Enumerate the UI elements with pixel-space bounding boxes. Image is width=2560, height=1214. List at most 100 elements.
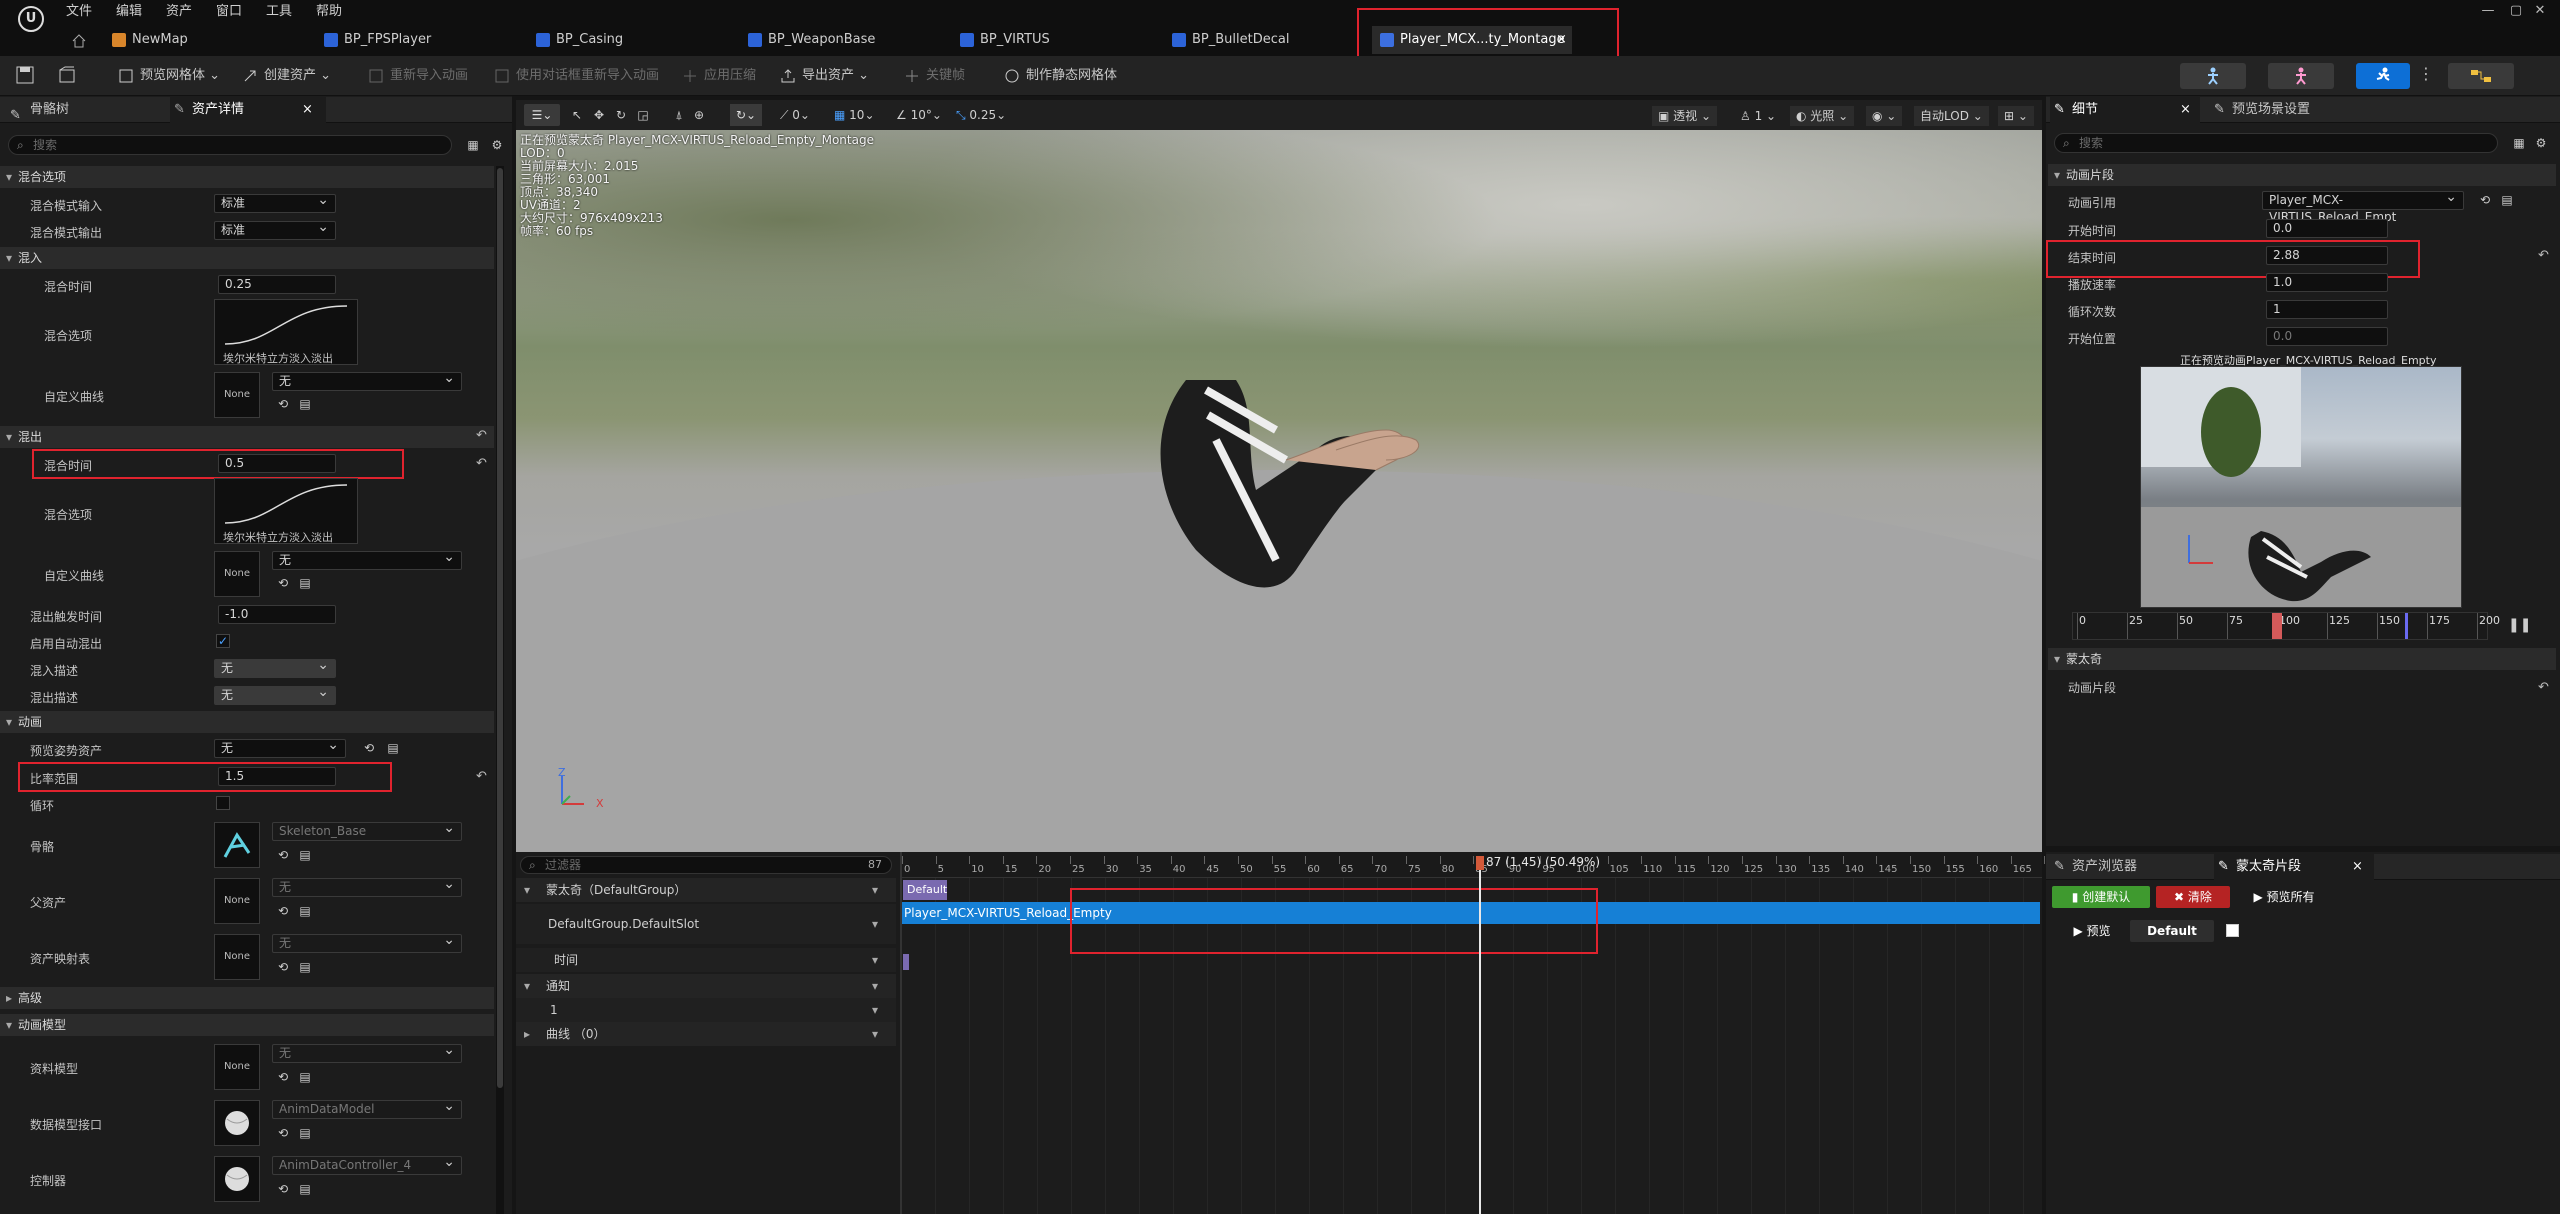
browse-asset-icon[interactable]: ▤ — [298, 397, 312, 411]
use-selected-icon[interactable]: ⟲ — [276, 397, 290, 411]
animation-mode-button[interactable] — [2356, 63, 2410, 89]
playhead-line[interactable] — [1479, 870, 1481, 1214]
section-anim-model[interactable]: 动画模型 — [0, 1014, 494, 1036]
home-icon[interactable] — [72, 34, 86, 48]
reset-to-default-icon[interactable]: ↶ — [476, 456, 487, 471]
grid-size-control[interactable]: ▦ 10⌄ — [834, 108, 875, 122]
notify-track-row[interactable]: 1 ▾ — [516, 998, 896, 1022]
preview-all-button[interactable]: ▶ 预览所有 — [2244, 886, 2324, 908]
play-rate-field[interactable]: 1.0 — [2266, 273, 2388, 292]
blend-mode-out-select[interactable]: 标准 — [214, 219, 336, 240]
menu-asset[interactable]: 资产 — [166, 2, 192, 22]
rotation-snap-control[interactable]: ∠ 10°⌄ — [896, 108, 942, 122]
section-blend-in[interactable]: 混入 — [0, 247, 494, 269]
scrub-end-marker[interactable] — [2405, 613, 2408, 639]
dropdown-arrow-icon[interactable]: ▾ — [872, 904, 878, 944]
scrollbar-thumb[interactable] — [497, 168, 503, 1088]
tab-bp-weaponbase[interactable]: BP_WeaponBase — [740, 26, 960, 54]
blend-out-trigger-field[interactable]: -1.0 — [218, 605, 336, 624]
browse-asset-icon[interactable]: ▤ — [298, 960, 312, 974]
dropdown-arrow-icon[interactable]: ▾ — [872, 948, 878, 972]
grid-view-icon[interactable]: ▦ — [466, 138, 480, 152]
time-ruler[interactable]: 0510152025303540455055606570758085909510… — [902, 852, 2059, 878]
skeleton-select[interactable]: Skeleton_Base — [272, 820, 462, 841]
close-tab-icon[interactable]: × — [1556, 26, 1567, 54]
playhead-handle[interactable] — [1476, 856, 1484, 870]
preview-scrub-bar[interactable]: 0 25 50 75 100 125 150 175 200 — [2072, 612, 2500, 640]
menu-help[interactable]: 帮助 — [316, 2, 342, 22]
blend-in-custom-curve-select[interactable]: 无 — [272, 370, 462, 391]
menu-window[interactable]: 窗口 — [216, 2, 242, 22]
blend-out-desc-select[interactable]: 无 — [214, 684, 336, 705]
tab-preview-scene-settings[interactable]: ✎ 预览场景设置 — [2210, 97, 2390, 123]
curves-group-row[interactable]: ▸ 曲线 （0） ▾ — [516, 1022, 896, 1046]
rotate-icon[interactable]: ↻ — [614, 108, 628, 122]
data-model-interface-select[interactable]: AnimDataModel — [272, 1098, 462, 1119]
asset-mapping-select[interactable]: 无 — [272, 932, 462, 953]
loop-section-checkbox[interactable] — [2226, 924, 2239, 937]
notify-group-row[interactable]: ▾ 通知 ▾ — [516, 974, 896, 998]
blend-mode-in-select[interactable]: 标准 — [214, 192, 336, 213]
mesh-mode-button[interactable] — [2268, 63, 2334, 89]
use-selected-icon[interactable]: ⟲ — [276, 904, 290, 918]
section-anim-segment[interactable]: 动画片段 — [2048, 164, 2556, 186]
unreal-logo-icon[interactable]: U — [18, 6, 44, 32]
dropdown-arrow-icon[interactable]: ▾ — [872, 878, 878, 902]
browse-asset-icon[interactable]: ▤ — [298, 1070, 312, 1084]
close-window-button[interactable]: ✕ — [2520, 0, 2560, 22]
blend-out-custom-curve-thumbnail[interactable]: None — [214, 551, 260, 597]
close-tab-icon[interactable]: × — [302, 97, 313, 123]
lighting-mode-button[interactable]: ◐ 光照 ⌄ — [1790, 106, 1855, 126]
apply-compression-button[interactable]: 应用压缩 — [682, 64, 756, 88]
data-model-thumbnail[interactable]: None — [214, 1044, 260, 1090]
enable-auto-blend-checkbox[interactable]: ✓ — [216, 634, 230, 648]
tab-bp-virtus[interactable]: BP_VIRTUS — [952, 26, 1152, 54]
use-selected-icon[interactable]: ⟲ — [276, 1070, 290, 1084]
browse-asset-icon[interactable]: ▤ — [298, 904, 312, 918]
skeleton-mode-button[interactable] — [2180, 63, 2246, 89]
parent-asset-select[interactable]: 无 — [272, 876, 462, 897]
use-selected-icon[interactable]: ⟲ — [276, 576, 290, 590]
rotation-toggle-button[interactable]: ↻⌄ — [730, 104, 762, 126]
keyframe-button[interactable]: 关键帧 — [904, 64, 965, 88]
tab-montage-sections[interactable]: ✎ 蒙太奇片段 × — [2214, 854, 2374, 880]
section-blend-out[interactable]: 混出 — [0, 426, 494, 448]
perspective-button[interactable]: ▣ 透视 ⌄ — [1652, 106, 1718, 126]
blend-in-desc-select[interactable]: 无 — [214, 657, 336, 678]
loop-checkbox[interactable] — [216, 796, 230, 810]
asset-mapping-thumbnail[interactable]: None — [214, 934, 260, 980]
browse-asset-icon[interactable]: ▤ — [298, 1182, 312, 1196]
reset-to-default-icon[interactable]: ↶ — [476, 428, 487, 443]
surface-snap-icon[interactable]: ⍋ — [672, 108, 686, 122]
blend-in-custom-curve-thumbnail[interactable]: None — [214, 372, 260, 418]
snap-translate-control[interactable]: ⟋ 0⌄ — [780, 108, 810, 123]
browse-asset-icon[interactable]: ▤ — [386, 741, 400, 755]
blend-out-custom-curve-select[interactable]: 无 — [272, 549, 462, 570]
clear-button[interactable]: ✖ 清除 — [2156, 886, 2230, 908]
section-montage[interactable]: 蒙太奇 — [2048, 648, 2556, 670]
tab-asset-browser[interactable]: ✎ 资产浏览器 — [2050, 854, 2210, 880]
menu-edit[interactable]: 编辑 — [116, 2, 142, 22]
controller-thumbnail[interactable] — [214, 1156, 260, 1202]
more-options-icon[interactable]: ⋮ — [2418, 64, 2434, 83]
details-search-input[interactable]: ⌕ 搜索 — [2054, 133, 2498, 153]
tab-bp-bulletdecal[interactable]: BP_BulletDecal — [1164, 26, 1364, 54]
viewport-layout-button[interactable]: ⊞ ⌄ — [1998, 106, 2034, 126]
use-selected-icon[interactable]: ⟲ — [276, 1182, 290, 1196]
settings-icon[interactable]: ⚙ — [2534, 136, 2548, 150]
dropdown-arrow-icon[interactable]: ▾ — [872, 974, 878, 998]
use-selected-icon[interactable]: ⟲ — [276, 848, 290, 862]
create-default-button[interactable]: ▮ 创建默认 — [2052, 886, 2150, 908]
camera-speed-button[interactable]: ♙ 1 ⌄ — [1734, 106, 1782, 126]
montage-clip-segment[interactable]: Player_MCX-VIRTUS_Reload_Empty — [902, 902, 2040, 924]
translate-icon[interactable]: ✥ — [592, 108, 606, 122]
reset-to-default-icon[interactable]: ↶ — [2538, 680, 2549, 695]
reimport-button[interactable]: 重新导入动画 — [368, 64, 468, 88]
tab-skeleton-tree[interactable]: ✎ 骨骼树 — [8, 97, 158, 123]
blend-in-curve-preview[interactable]: 埃尔米特立方淡入淡出 — [214, 299, 358, 365]
track-filter-input[interactable]: ⌕ 过滤器 — [520, 856, 892, 874]
dropdown-arrow-icon[interactable]: ▾ — [872, 1022, 878, 1046]
section-blend-option[interactable]: 混合选项 — [0, 166, 494, 188]
default-section-button[interactable]: Default — [2130, 920, 2214, 942]
pause-icon[interactable]: ❚❚ — [2508, 618, 2531, 632]
